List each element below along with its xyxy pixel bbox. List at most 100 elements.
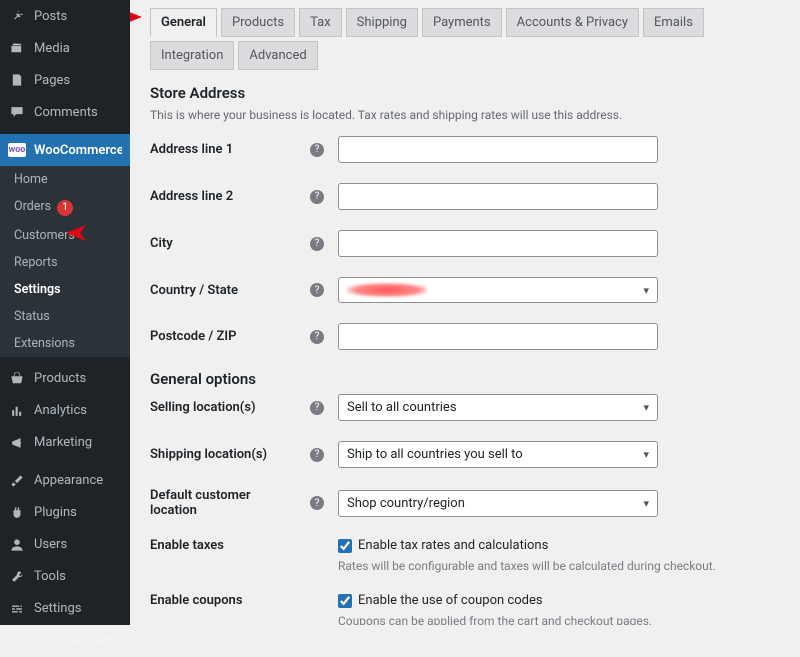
sidebar-item-label: Tools <box>34 569 66 584</box>
sidebar-item-media[interactable]: Media <box>0 32 130 64</box>
tab-payments[interactable]: Payments <box>422 8 502 37</box>
sidebar-sub-settings[interactable]: Settings <box>0 276 130 303</box>
postcode-input[interactable] <box>338 323 658 350</box>
marketing-icon <box>8 434 26 452</box>
sidebar-item-posts[interactable]: Posts <box>0 0 130 32</box>
sidebar-sub-reports[interactable]: Reports <box>0 249 130 276</box>
city-input[interactable] <box>338 230 658 257</box>
country-state-select[interactable]: ▾ <box>338 277 658 303</box>
address-line-1-input[interactable] <box>338 136 658 163</box>
help-icon[interactable]: ? <box>310 237 324 251</box>
sidebar-item-label: Products <box>34 371 86 386</box>
label-enable-coupons: Enable coupons <box>150 593 310 608</box>
sidebar-item-marketing[interactable]: Marketing <box>0 427 130 459</box>
help-icon[interactable]: ? <box>310 143 324 157</box>
plug-icon <box>8 504 26 522</box>
tab-shipping[interactable]: Shipping <box>346 8 418 37</box>
enable-taxes-hint: Rates will be configurable and taxes wil… <box>338 559 716 573</box>
sidebar-sub-status[interactable]: Status <box>0 303 130 330</box>
sidebar-item-tools[interactable]: Tools <box>0 561 130 593</box>
collapse-icon <box>8 632 26 650</box>
sidebar-sub-orders[interactable]: Orders1 <box>0 193 130 222</box>
sidebar-item-label: WooCommerce <box>34 143 124 158</box>
pin-icon <box>8 7 26 25</box>
page-icon <box>8 71 26 89</box>
label-address-line-1: Address line 1 <box>150 142 310 157</box>
enable-coupons-checkbox[interactable] <box>338 594 352 608</box>
general-options-heading: General options <box>150 370 780 388</box>
chevron-down-icon: ▾ <box>643 284 649 297</box>
media-icon <box>8 39 26 57</box>
help-icon[interactable]: ? <box>310 283 324 297</box>
sidebar-item-label: Collapse menu <box>34 633 120 648</box>
selling-locations-select[interactable]: Sell to all countries ▾ <box>338 394 658 421</box>
arrow-annotation <box>130 4 144 30</box>
enable-taxes-checkbox-row[interactable]: Enable tax rates and calculations <box>338 538 716 553</box>
sidebar-item-label: Media <box>34 41 70 56</box>
tab-advanced[interactable]: Advanced <box>238 41 317 70</box>
label-city: City <box>150 236 310 251</box>
analytics-icon <box>8 402 26 420</box>
tab-emails[interactable]: Emails <box>643 8 704 37</box>
sidebar-item-label: Marketing <box>34 435 92 450</box>
tab-tax[interactable]: Tax <box>299 8 342 37</box>
tab-accounts-privacy[interactable]: Accounts & Privacy <box>506 8 639 37</box>
enable-taxes-checkbox[interactable] <box>338 539 352 553</box>
chevron-down-icon: ▾ <box>643 497 649 510</box>
help-icon[interactable]: ? <box>310 496 324 510</box>
sidebar-sub-customers[interactable]: Customers <box>0 222 130 249</box>
label-postcode: Postcode / ZIP <box>150 329 310 344</box>
default-customer-location-select[interactable]: Shop country/region ▾ <box>338 490 658 517</box>
tab-integration[interactable]: Integration <box>150 41 234 70</box>
sidebar-item-appearance[interactable]: Appearance <box>0 465 130 497</box>
sidebar-sub-home[interactable]: Home <box>0 166 130 193</box>
label-shipping-locations: Shipping location(s) <box>150 447 310 462</box>
help-icon[interactable]: ? <box>310 190 324 204</box>
sidebar-item-comments[interactable]: Comments <box>0 96 130 128</box>
sidebar-item-label: Users <box>34 537 67 552</box>
enable-coupons-hint: Coupons can be applied from the cart and… <box>338 614 652 625</box>
store-address-desc: This is where your business is located. … <box>150 108 780 122</box>
chevron-down-icon: ▾ <box>643 401 649 414</box>
sidebar-item-label: Comments <box>34 105 98 120</box>
help-icon[interactable]: ? <box>310 401 324 415</box>
redacted-value <box>347 283 427 297</box>
user-icon <box>8 536 26 554</box>
shipping-locations-select[interactable]: Ship to all countries you sell to ▾ <box>338 441 658 468</box>
store-address-heading: Store Address <box>150 84 780 102</box>
sidebar-item-label: Pages <box>34 73 70 88</box>
sidebar-item-users[interactable]: Users <box>0 529 130 561</box>
tab-general[interactable]: General <box>150 8 217 37</box>
products-icon <box>8 370 26 388</box>
tab-products[interactable]: Products <box>221 8 295 37</box>
label-address-line-2: Address line 2 <box>150 189 310 204</box>
sidebar-item-label: Posts <box>34 9 67 24</box>
enable-coupons-checkbox-row[interactable]: Enable the use of coupon codes <box>338 593 652 608</box>
sidebar-item-label: Appearance <box>34 473 103 488</box>
sidebar-item-woocommerce[interactable]: woo WooCommerce <box>0 134 130 166</box>
address-line-2-input[interactable] <box>338 183 658 210</box>
sidebar-item-analytics[interactable]: Analytics <box>0 395 130 427</box>
sidebar-item-label: Plugins <box>34 505 77 520</box>
label-selling-locations: Selling location(s) <box>150 400 310 415</box>
woocommerce-icon: woo <box>8 141 26 159</box>
sidebar-item-label: Settings <box>34 601 81 616</box>
settings-tabs: General Products Tax Shipping Payments A… <box>150 8 780 70</box>
brush-icon <box>8 472 26 490</box>
help-icon[interactable]: ? <box>310 330 324 344</box>
sidebar-item-pages[interactable]: Pages <box>0 64 130 96</box>
sidebar-sub-extensions[interactable]: Extensions <box>0 330 130 357</box>
chevron-down-icon: ▾ <box>643 448 649 461</box>
sidebar-item-settings[interactable]: Settings <box>0 593 130 625</box>
sliders-icon <box>8 600 26 618</box>
sidebar-collapse[interactable]: Collapse menu <box>0 625 130 657</box>
admin-sidebar: Posts Media Pages Comments woo WooCommer… <box>0 0 130 625</box>
orders-badge: 1 <box>57 200 73 216</box>
label-enable-taxes: Enable taxes <box>150 538 310 553</box>
sidebar-item-plugins[interactable]: Plugins <box>0 497 130 529</box>
label-country-state: Country / State <box>150 283 310 298</box>
wrench-icon <box>8 568 26 586</box>
help-icon[interactable]: ? <box>310 448 324 462</box>
comment-icon <box>8 103 26 121</box>
sidebar-item-products[interactable]: Products <box>0 363 130 395</box>
